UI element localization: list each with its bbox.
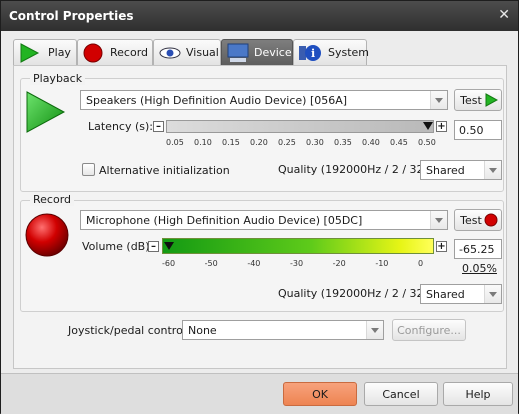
volume-label: Volume (dB): bbox=[82, 240, 154, 253]
latency-slider[interactable] bbox=[166, 120, 434, 133]
chevron-down-icon bbox=[484, 285, 501, 303]
chevron-down-icon bbox=[366, 321, 383, 339]
alt-init-label: Alternative initialization bbox=[99, 164, 230, 177]
record-test-button[interactable]: Test bbox=[454, 209, 502, 231]
ok-label: OK bbox=[312, 388, 328, 401]
tick-label: -30 bbox=[290, 259, 304, 268]
play-icon bbox=[485, 93, 498, 107]
tick-label: 0 bbox=[418, 259, 424, 268]
tab-record[interactable]: Record bbox=[77, 39, 153, 65]
device-icon bbox=[227, 43, 249, 62]
chevron-down-icon bbox=[484, 161, 501, 179]
volume-decrease-button[interactable]: – bbox=[148, 241, 159, 252]
dialog-footer: OK Cancel Help bbox=[1, 373, 518, 414]
latency-increase-button[interactable]: + bbox=[436, 121, 447, 132]
record-icon bbox=[484, 213, 498, 227]
joystick-select[interactable]: None bbox=[182, 320, 384, 340]
tick-label: -60 bbox=[162, 259, 176, 268]
playback-play-icon bbox=[26, 91, 66, 133]
playback-device-select[interactable]: Speakers (High Definition Audio Device) … bbox=[80, 90, 448, 110]
eye-icon bbox=[159, 47, 181, 59]
configure-button[interactable]: Configure... bbox=[392, 319, 466, 341]
record-mode-select[interactable]: Shared bbox=[420, 284, 502, 304]
volume-meter-slider[interactable] bbox=[162, 238, 434, 254]
info-icon: i bbox=[299, 45, 321, 61]
tab-play-label: Play bbox=[48, 46, 71, 59]
close-icon[interactable]: ✕ bbox=[498, 7, 510, 23]
tick-label: 0.15 bbox=[222, 138, 240, 147]
title-bar: Control Properties ✕ bbox=[1, 1, 518, 31]
tab-device[interactable]: Device bbox=[221, 39, 293, 65]
latency-value: 0.50 bbox=[459, 124, 484, 137]
tick-label: 0.40 bbox=[362, 138, 380, 147]
tab-system[interactable]: i System bbox=[293, 39, 370, 65]
tab-system-label: System bbox=[328, 46, 370, 59]
latency-slider-thumb[interactable] bbox=[423, 122, 433, 130]
record-title: Record bbox=[30, 193, 75, 206]
tick-label: -50 bbox=[204, 259, 218, 268]
playback-mode-select[interactable]: Shared bbox=[420, 160, 502, 180]
tick-label: -20 bbox=[332, 259, 346, 268]
joystick-label: Joystick/pedal control: bbox=[68, 324, 190, 337]
volume-slider-thumb[interactable] bbox=[164, 242, 174, 250]
tab-visual-label: Visual bbox=[186, 46, 219, 59]
latency-ticks: 0.05 0.10 0.15 0.20 0.25 0.30 0.35 0.40 0.45 0.50 bbox=[166, 138, 436, 150]
latency-decrease-button[interactable]: – bbox=[153, 121, 164, 132]
record-mode-value: Shared bbox=[426, 288, 465, 301]
tab-visual[interactable]: Visual bbox=[153, 39, 221, 65]
joystick-value: None bbox=[188, 324, 217, 337]
record-icon bbox=[83, 43, 103, 63]
volume-value: -65.25 bbox=[459, 243, 495, 256]
control-properties-window: Control Properties ✕ Play Record Visual … bbox=[0, 0, 519, 414]
playback-test-button[interactable]: Test bbox=[454, 89, 502, 111]
cancel-label: Cancel bbox=[382, 388, 420, 401]
alt-init-checkbox[interactable] bbox=[82, 163, 95, 176]
tick-label: 0.45 bbox=[390, 138, 408, 147]
tick-label: -10 bbox=[375, 259, 389, 268]
record-device-value: Microphone (High Definition Audio Device… bbox=[86, 214, 363, 227]
record-red-icon bbox=[25, 213, 69, 257]
tick-label: 0.10 bbox=[194, 138, 212, 147]
latency-label: Latency (s): bbox=[88, 120, 153, 133]
latency-value-field[interactable]: 0.50 bbox=[454, 120, 502, 140]
help-button[interactable]: Help bbox=[443, 382, 513, 406]
tab-play[interactable]: Play bbox=[13, 39, 77, 65]
playback-mode-value: Shared bbox=[426, 164, 465, 177]
tick-label: -40 bbox=[247, 259, 261, 268]
tick-label: 0.25 bbox=[278, 138, 296, 147]
ok-button[interactable]: OK bbox=[283, 382, 357, 406]
help-label: Help bbox=[465, 388, 491, 401]
record-quality-label: Quality (192000Hz / 2 / 32): bbox=[278, 287, 432, 300]
record-device-select[interactable]: Microphone (High Definition Audio Device… bbox=[80, 210, 448, 230]
play-icon bbox=[20, 43, 40, 63]
window-title: Control Properties bbox=[9, 9, 134, 23]
device-panel: Playback Speakers (High Definition Audio… bbox=[13, 65, 507, 369]
volume-increase-button[interactable]: + bbox=[436, 241, 447, 252]
volume-ticks: -60 -50 -40 -30 -20 -10 0 bbox=[162, 259, 434, 271]
tick-label: 0.30 bbox=[306, 138, 324, 147]
tab-record-label: Record bbox=[110, 46, 149, 59]
playback-title: Playback bbox=[30, 72, 86, 85]
playback-device-value: Speakers (High Definition Audio Device) … bbox=[86, 94, 348, 107]
tick-label: 0.20 bbox=[250, 138, 268, 147]
tick-label: 0.05 bbox=[166, 138, 184, 147]
cancel-button[interactable]: Cancel bbox=[364, 382, 438, 406]
tick-label: 0.35 bbox=[334, 138, 352, 147]
volume-percent: 0.05% bbox=[462, 262, 497, 275]
playback-quality-label: Quality (192000Hz / 2 / 32): bbox=[278, 163, 432, 176]
configure-label: Configure... bbox=[397, 324, 461, 337]
tick-label: 0.50 bbox=[418, 138, 436, 147]
tab-device-label: Device bbox=[254, 46, 292, 59]
svg-text:i: i bbox=[311, 47, 315, 60]
volume-value-field[interactable]: -65.25 bbox=[454, 239, 502, 259]
